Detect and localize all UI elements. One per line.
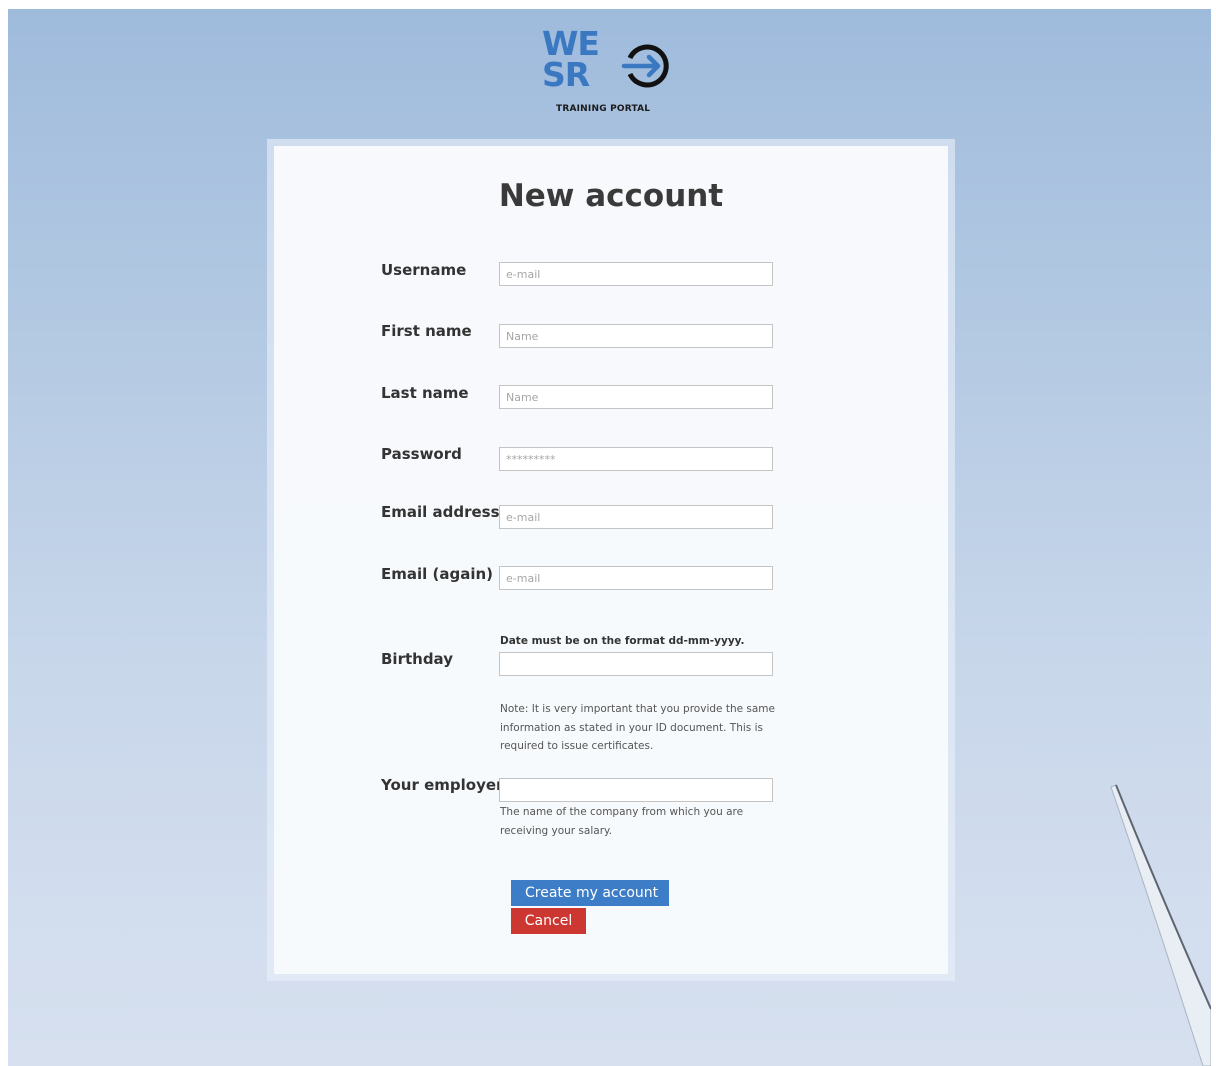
- email-label: Email address: [381, 503, 500, 521]
- employer-input[interactable]: [499, 778, 773, 802]
- logo-subtitle: TRAINING PORTAL: [556, 104, 651, 114]
- password-input[interactable]: [499, 447, 773, 471]
- logo: WE SR TRAINING PORTAL: [532, 27, 682, 123]
- email-input[interactable]: [499, 505, 773, 529]
- employer-label: Your employer: [381, 776, 504, 794]
- new-account-form: New account Username First name Last nam…: [274, 146, 948, 974]
- birthday-format-hint: Date must be on the format dd-mm-yyyy.: [500, 635, 745, 647]
- username-label: Username: [381, 261, 467, 279]
- logo-line-2: SR: [542, 55, 590, 94]
- birthday-label: Birthday: [381, 650, 453, 668]
- birthday-input[interactable]: [499, 652, 773, 676]
- cancel-button[interactable]: Cancel: [511, 908, 586, 934]
- email-again-label: Email (again): [381, 565, 494, 583]
- logo-wordmark: WE SR: [542, 27, 600, 94]
- page-title: New account: [498, 178, 724, 214]
- last-name-input[interactable]: [499, 385, 773, 409]
- first-name-label: First name: [381, 322, 472, 340]
- email-again-input[interactable]: [499, 566, 773, 590]
- last-name-label: Last name: [381, 384, 469, 402]
- employer-note: The name of the company from which you a…: [500, 806, 744, 837]
- id-document-note: Note: It is very important that you prov…: [500, 703, 775, 752]
- first-name-input[interactable]: [499, 324, 773, 348]
- password-label: Password: [381, 445, 462, 463]
- create-account-button[interactable]: Create my account: [511, 880, 669, 906]
- arrow-right-circle-icon: [621, 44, 669, 88]
- username-input[interactable]: [499, 262, 773, 286]
